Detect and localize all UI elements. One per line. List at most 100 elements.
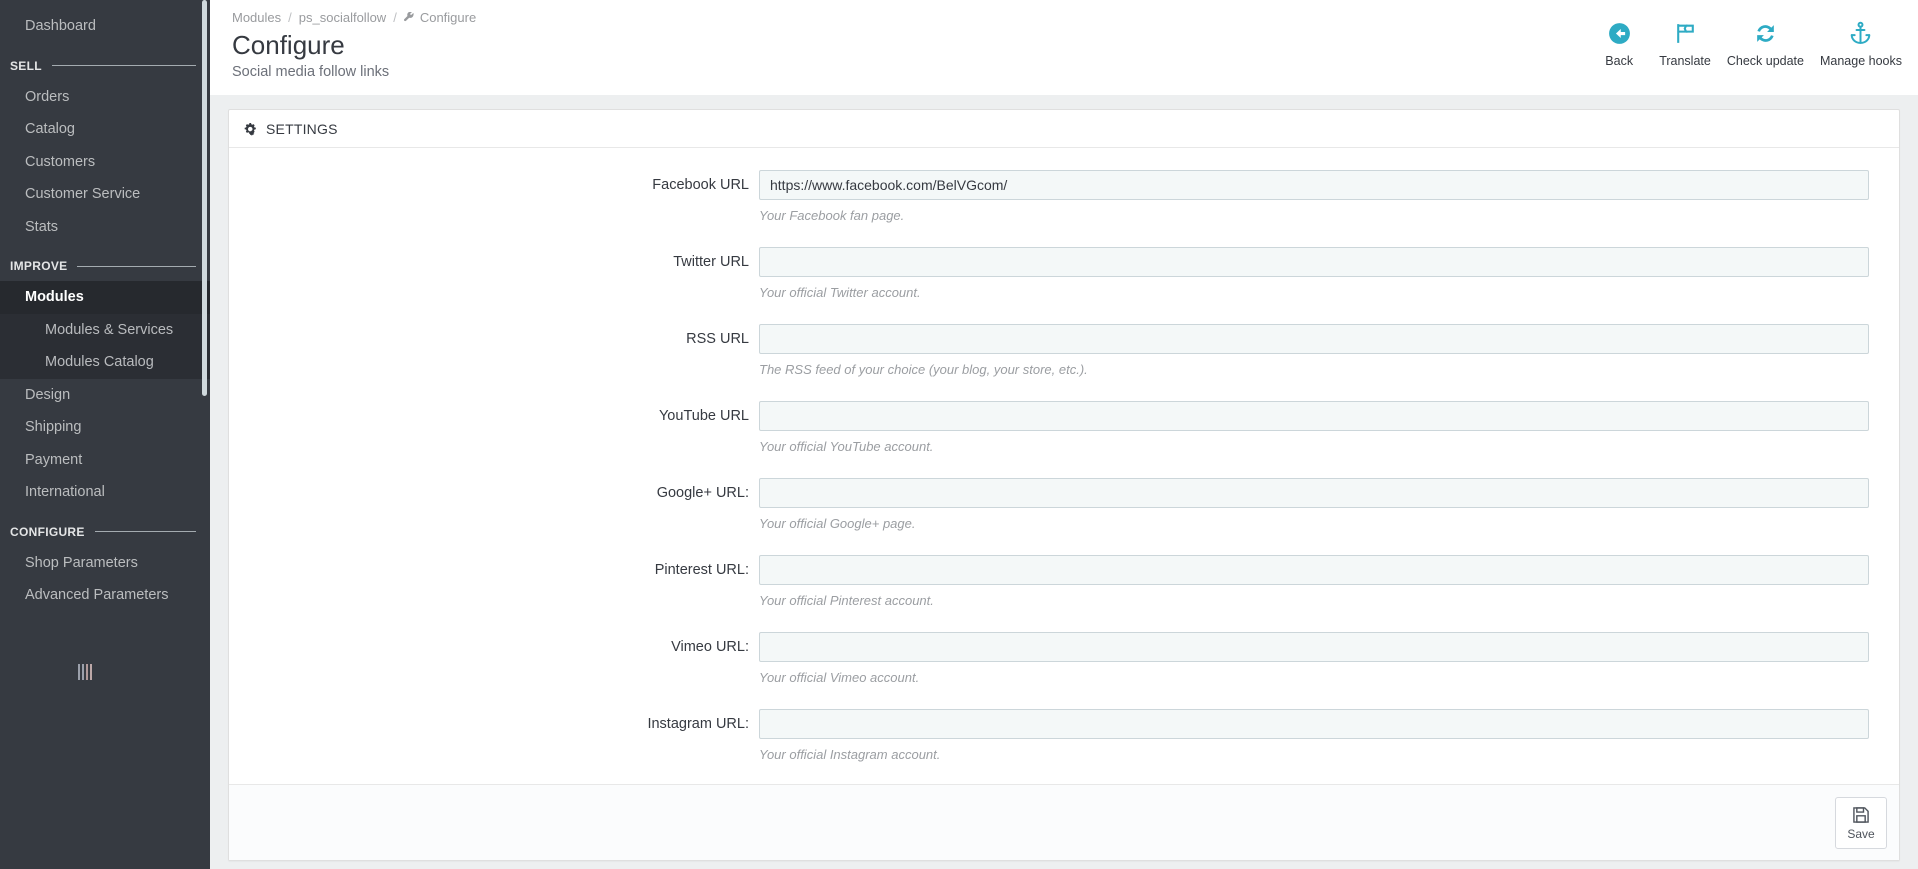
twitter-url-input[interactable] — [759, 247, 1869, 277]
facebook-url-hint: Your Facebook fan page. — [759, 208, 905, 223]
arrow-circle-left-icon — [1607, 18, 1632, 48]
sidebar-item-customer-service[interactable]: Customer Service — [0, 178, 210, 211]
facebook-url-input[interactable] — [759, 170, 1869, 200]
sidebar-item-shipping[interactable]: Shipping — [0, 411, 210, 444]
googleplus-url-hint: Your official Google+ page. — [759, 516, 916, 531]
sidebar-item-payment[interactable]: Payment — [0, 444, 210, 477]
sidebar-section-label: SELL — [10, 58, 42, 73]
facebook-url-label: Facebook URL — [652, 177, 749, 193]
anchor-icon — [1848, 18, 1873, 48]
manage-hooks-button[interactable]: Manage hooks — [1812, 18, 1910, 68]
breadcrumb-item-modules[interactable]: Modules — [232, 10, 281, 25]
main-sidebar: Dashboard SELL Orders Catalog Customers … — [0, 0, 210, 869]
breadcrumb-separator: / — [393, 10, 397, 25]
sidebar-item-shop-parameters[interactable]: Shop Parameters — [0, 547, 210, 580]
sidebar-item-modules-services[interactable]: Modules & Services — [0, 314, 210, 347]
translate-button[interactable]: Translate — [1651, 18, 1719, 68]
pinterest-url-label: Pinterest URL: — [654, 562, 749, 578]
header-left: Modules / ps_socialfollow / Configure Co… — [232, 10, 476, 80]
page-header: Modules / ps_socialfollow / Configure Co… — [210, 0, 1918, 95]
form-row-vimeo-url: Vimeo URL: Your official Vimeo account. — [229, 632, 1899, 685]
refresh-icon — [1753, 18, 1778, 48]
vimeo-url-label: Vimeo URL: — [671, 639, 749, 655]
panel-header: SETTINGS — [229, 110, 1899, 148]
form-row-rss-url: RSS URL The RSS feed of your choice (you… — [229, 324, 1899, 377]
wrench-icon — [403, 12, 415, 23]
twitter-url-label: Twitter URL — [673, 254, 749, 270]
collapse-menu-icon[interactable] — [78, 664, 96, 680]
sidebar-section-label: CONFIGURE — [10, 524, 85, 539]
rss-url-control: The RSS feed of your choice (your blog, … — [759, 324, 1899, 377]
divider — [51, 65, 196, 66]
googleplus-url-label: Google+ URL: — [656, 485, 749, 501]
sidebar-item-catalog[interactable]: Catalog — [0, 113, 210, 146]
youtube-url-label: YouTube URL — [658, 408, 749, 424]
sidebar-section-label: IMPROVE — [10, 259, 68, 273]
sidebar-item-international[interactable]: International — [0, 476, 210, 509]
form-row-facebook-url: Facebook URL Your Facebook fan page. — [229, 170, 1899, 223]
rss-url-input[interactable] — [759, 324, 1869, 354]
youtube-url-input[interactable] — [759, 401, 1869, 431]
form-row-pinterest-url: Pinterest URL: Your official Pinterest a… — [229, 555, 1899, 608]
instagram-url-label: Instagram URL: — [647, 716, 749, 732]
form-row-googleplus-url: Google+ URL: Your official Google+ page. — [229, 478, 1899, 531]
twitter-url-hint: Your official Twitter account. — [759, 285, 921, 300]
check-update-button[interactable]: Check update — [1719, 18, 1812, 68]
sidebar-section-sell: SELL — [0, 43, 210, 81]
settings-form: Facebook URL Your Facebook fan page. Twi… — [229, 148, 1899, 784]
header-toolbar: Back Translate Check update Manage hooks — [1587, 10, 1918, 68]
sidebar-item-design[interactable]: Design — [0, 379, 210, 412]
sidebar-item-orders[interactable]: Orders — [0, 81, 210, 114]
sidebar-item-modules[interactable]: Modules — [0, 281, 210, 314]
sidebar-submenu-modules: Modules & Services Modules Catalog — [0, 313, 210, 379]
sidebar-item-modules-catalog[interactable]: Modules Catalog — [0, 346, 210, 379]
instagram-url-input[interactable] — [759, 709, 1869, 739]
vimeo-url-control: Your official Vimeo account. — [759, 632, 1899, 685]
content-area: SETTINGS Facebook URL Your Facebook fan … — [210, 95, 1918, 861]
page-title: Configure — [232, 30, 345, 60]
sidebar-section-configure: CONFIGURE — [0, 509, 210, 547]
rss-url-hint: The RSS feed of your choice (your blog, … — [759, 362, 1088, 377]
googleplus-url-input[interactable] — [759, 478, 1869, 508]
twitter-url-control: Your official Twitter account. — [759, 247, 1899, 300]
save-button[interactable]: Save — [1835, 796, 1887, 849]
pinterest-url-control: Your official Pinterest account. — [759, 555, 1899, 608]
save-label: Save — [1847, 826, 1875, 841]
googleplus-url-control: Your official Google+ page. — [759, 478, 1899, 531]
instagram-url-control: Your official Instagram account. — [759, 709, 1899, 762]
form-row-twitter-url: Twitter URL Your official Twitter accoun… — [229, 247, 1899, 300]
panel-footer: Save — [229, 784, 1899, 860]
form-row-youtube-url: YouTube URL Your official YouTube accoun… — [229, 401, 1899, 454]
sidebar-item-advanced-parameters[interactable]: Advanced Parameters — [0, 579, 210, 612]
flag-icon — [1673, 18, 1698, 48]
pinterest-url-hint: Your official Pinterest account. — [759, 593, 934, 608]
vimeo-url-hint: Your official Vimeo account. — [759, 670, 920, 685]
sidebar-section-improve: IMPROVE — [0, 243, 210, 281]
main-content: Modules / ps_socialfollow / Configure Co… — [210, 0, 1918, 869]
cogs-icon — [243, 122, 258, 137]
breadcrumb-item-ps-socialfollow[interactable]: ps_socialfollow — [299, 10, 386, 25]
rss-url-label: RSS URL — [686, 331, 749, 347]
breadcrumb: Modules / ps_socialfollow / Configure — [232, 10, 476, 25]
youtube-url-control: Your official YouTube account. — [759, 401, 1899, 454]
vimeo-url-input[interactable] — [759, 632, 1869, 662]
panel-title: SETTINGS — [266, 121, 338, 137]
pinterest-url-input[interactable] — [759, 555, 1869, 585]
app-root: Dashboard SELL Orders Catalog Customers … — [0, 0, 1918, 869]
youtube-url-hint: Your official YouTube account. — [759, 439, 934, 454]
facebook-url-control: Your Facebook fan page. — [759, 170, 1899, 223]
settings-panel: SETTINGS Facebook URL Your Facebook fan … — [228, 109, 1900, 861]
breadcrumb-item-configure: Configure — [403, 10, 476, 25]
form-row-instagram-url: Instagram URL: Your official Instagram a… — [229, 709, 1899, 762]
back-button[interactable]: Back — [1587, 18, 1651, 68]
divider — [94, 531, 196, 532]
back-label: Back — [1605, 54, 1634, 68]
translate-label: Translate — [1659, 54, 1711, 68]
floppy-disk-icon — [1851, 805, 1871, 825]
sidebar-item-customers[interactable]: Customers — [0, 146, 210, 179]
page-subtitle: Social media follow links — [232, 63, 390, 80]
sidebar-item-dashboard[interactable]: Dashboard — [0, 10, 210, 43]
sidebar-scrollbar[interactable] — [202, 0, 207, 396]
sidebar-item-stats[interactable]: Stats — [0, 211, 210, 244]
breadcrumb-separator: / — [288, 10, 292, 25]
